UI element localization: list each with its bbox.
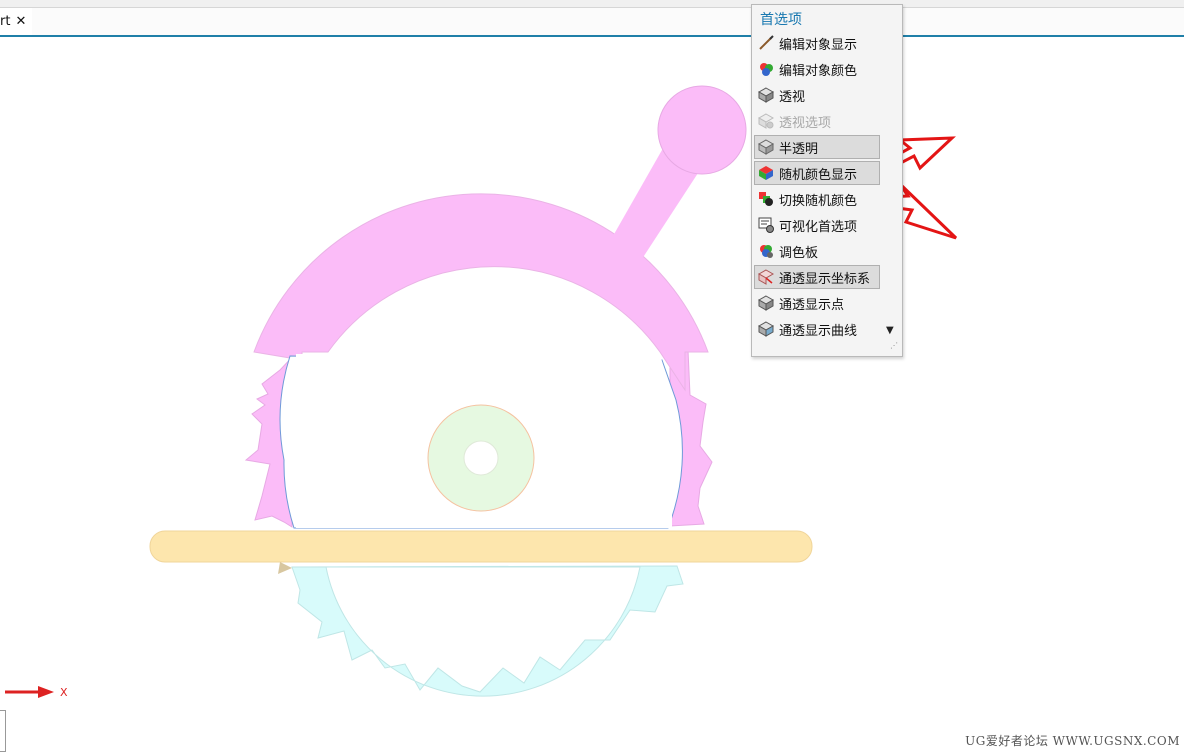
watermark: UG爱好者论坛 WWW.UGSNX.COM xyxy=(965,734,1180,748)
scroll-down-arrow-icon[interactable]: ▼ xyxy=(886,325,894,336)
translucent-cube-icon xyxy=(756,138,776,156)
menu-item-label: 通透显示坐标系 xyxy=(779,271,871,287)
menu-scrollbar[interactable] xyxy=(881,9,901,349)
document-tab-strip: rt ✕ xyxy=(0,8,1184,37)
csys-triad-box xyxy=(0,710,6,752)
menu-item-label: 通透显示点 xyxy=(779,297,845,313)
menu-item-visualization-preferences[interactable]: 可视化首选项 xyxy=(754,213,880,237)
menu-item-label: 半透明 xyxy=(779,141,819,157)
menu-item-palette[interactable]: 调色板 xyxy=(754,239,880,263)
menu-item-label: 通透显示曲线 xyxy=(779,323,858,339)
menu-title: 首选项 xyxy=(760,12,802,28)
random-color-icon xyxy=(756,164,776,182)
toggle-random-color-icon xyxy=(756,190,776,208)
brush-icon xyxy=(756,34,776,52)
saw-blade-lower xyxy=(291,565,684,697)
menu-item-edit-object-display[interactable]: 编辑对象显示 xyxy=(754,31,880,55)
palette-icon xyxy=(756,242,776,260)
cube-icon xyxy=(756,86,776,104)
menu-item-edit-object-color[interactable]: 编辑对象颜色 xyxy=(754,57,880,81)
csys-cube-icon xyxy=(756,268,776,286)
guard-handle-knob xyxy=(657,85,747,175)
menu-item-translucency[interactable]: 半透明 xyxy=(754,135,880,159)
arbor-hole xyxy=(463,440,499,476)
model-canvas xyxy=(5,85,958,698)
menu-item-label: 编辑对象显示 xyxy=(779,37,858,53)
menu-item-label: 编辑对象颜色 xyxy=(779,63,858,79)
cube-options-icon xyxy=(756,112,776,130)
graphics-viewport[interactable] xyxy=(0,37,1184,754)
x-axis-arrowhead xyxy=(38,686,54,698)
point-cube-icon xyxy=(756,294,776,312)
menu-item-see-through-csys[interactable]: 通透显示坐标系 xyxy=(754,265,880,289)
preferences-menu: 首选项 编辑对象显示 编辑对象颜色 透视 透视选项 半透明 随机颜色显示 切换随… xyxy=(751,4,903,357)
visualization-prefs-icon xyxy=(756,216,776,234)
curve-cube-icon xyxy=(756,320,776,338)
menu-item-label: 透视选项 xyxy=(779,115,832,131)
menu-item-toggle-random-color[interactable]: 切换随机颜色 xyxy=(754,187,880,211)
menu-item-perspective-options[interactable]: 透视选项 xyxy=(754,109,880,133)
menu-item-see-through-points[interactable]: 通透显示点 xyxy=(754,291,880,315)
toolbar-strip xyxy=(0,0,1184,8)
menu-item-perspective[interactable]: 透视 xyxy=(754,83,880,107)
menu-item-label: 调色板 xyxy=(779,245,819,261)
menu-item-label: 随机颜色显示 xyxy=(779,167,858,183)
menu-items: 编辑对象显示 编辑对象颜色 透视 透视选项 半透明 随机颜色显示 切换随机颜色 … xyxy=(754,31,880,343)
menu-item-see-through-curves[interactable]: 通透显示曲线 xyxy=(754,317,880,341)
menu-item-label: 可视化首选项 xyxy=(779,219,858,235)
menu-item-label: 透视 xyxy=(779,89,806,105)
table-bar xyxy=(149,530,813,563)
color-palette-icon xyxy=(756,60,776,78)
menu-item-label: 切换随机颜色 xyxy=(779,193,858,209)
resize-grip-icon[interactable]: ⋰ xyxy=(890,342,900,354)
table-bar-edge xyxy=(278,562,292,574)
document-tab-title: rt xyxy=(0,14,11,29)
document-tab[interactable]: rt ✕ xyxy=(0,8,33,37)
x-axis-label: X xyxy=(60,686,68,699)
menu-item-random-color-display[interactable]: 随机颜色显示 xyxy=(754,161,880,185)
close-icon[interactable]: ✕ xyxy=(15,14,26,29)
